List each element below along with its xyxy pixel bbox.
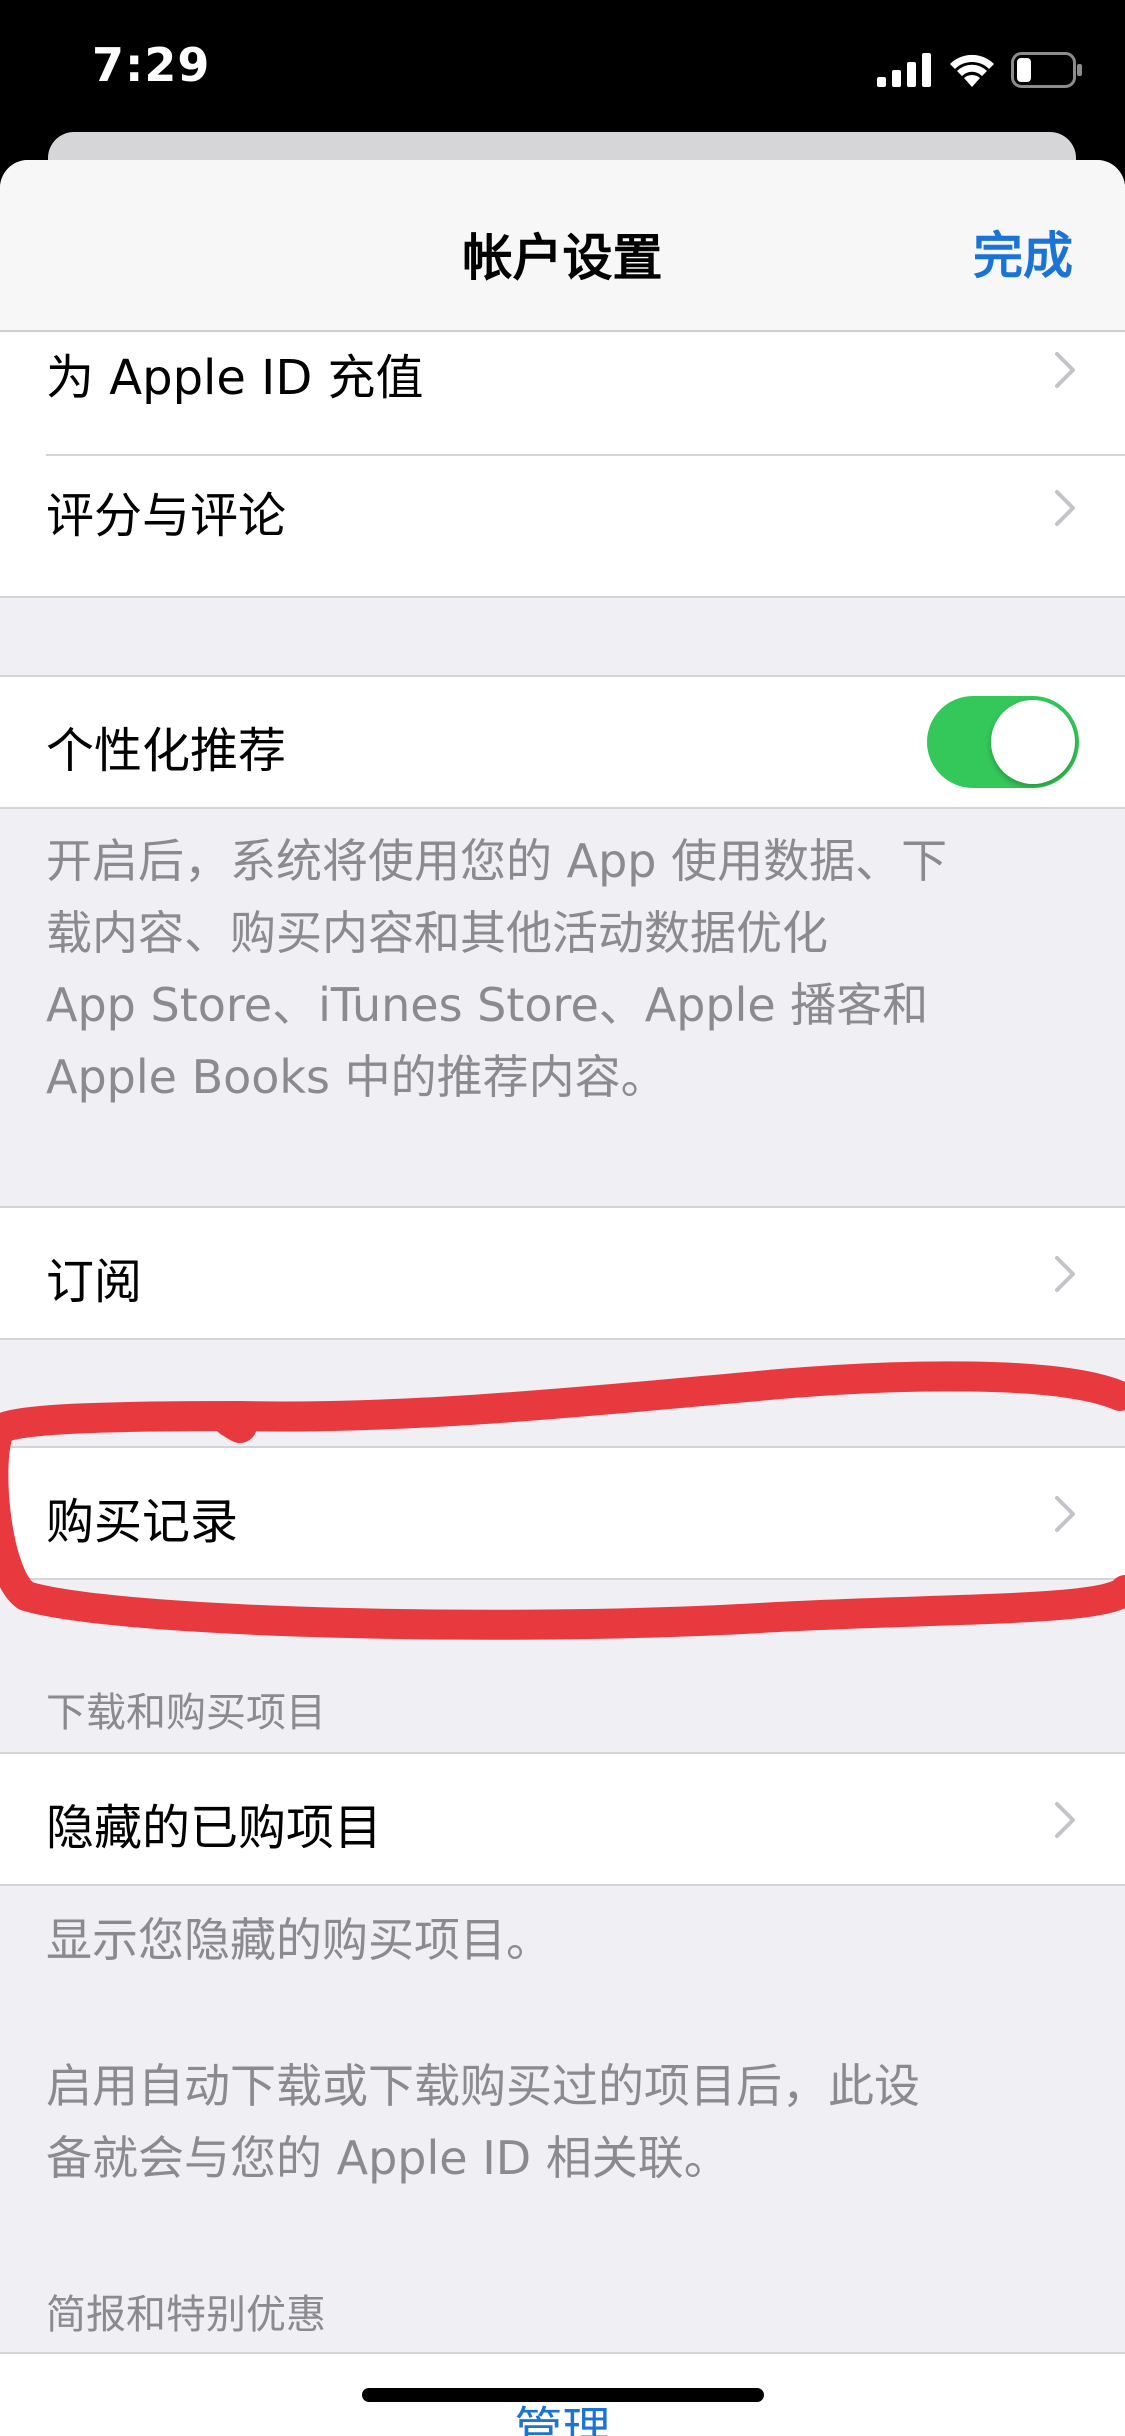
- status-bar: 7:29: [0, 0, 1125, 140]
- chevron-right-icon: [1055, 352, 1075, 388]
- chevron-right-icon: [1055, 1256, 1075, 1292]
- row-personalized-label: 个性化推荐: [46, 723, 287, 779]
- row-hidden-purchases-label: 隐藏的已购项目: [46, 1800, 383, 1856]
- status-time: 7:29: [92, 38, 211, 92]
- done-button[interactable]: 完成: [973, 216, 1073, 288]
- footnote-line: 开启后，系统将使用您的 App 使用数据、下: [46, 834, 948, 888]
- footnote-line: 启用自动下载或下载购买过的项目后，此设: [46, 2059, 920, 2113]
- wifi-icon: [950, 54, 994, 87]
- row-ratings-label[interactable]: 评分与评论: [46, 476, 286, 546]
- row-purchase-history-label: 购买记录: [46, 1494, 239, 1550]
- auto-download-footnote: 启用自动下载或下载购买过的项目后，此设 备就会与您的 Apple ID 相关联。: [46, 2050, 1066, 2194]
- row-divider: [46, 454, 1125, 456]
- home-indicator: [362, 2388, 764, 2402]
- personalized-footnote: 开启后，系统将使用您的 App 使用数据、下 载内容、购买内容和其他活动数据优化…: [46, 825, 1066, 1113]
- settings-group-top: 为 Apple ID 充值 评分与评论: [0, 332, 1125, 598]
- footnote-line: App Store、iTunes Store、Apple 播客和: [46, 978, 929, 1032]
- hidden-purchases-footnote: 显示您隐藏的购买项目。: [46, 1913, 552, 1967]
- status-icons: [877, 50, 1083, 90]
- navigation-bar: 帐户设置 完成: [0, 160, 1125, 332]
- chevron-right-icon: [1055, 1802, 1075, 1838]
- row-subscriptions[interactable]: 订阅: [0, 1206, 1125, 1340]
- footnote-line: Apple Books 中的推荐内容。: [46, 1050, 667, 1104]
- section-header-newsletters: 简报和特别优惠: [46, 2292, 326, 2338]
- row-top-up-label[interactable]: 为 Apple ID 充值: [46, 338, 424, 408]
- chevron-right-icon: [1055, 490, 1075, 526]
- account-settings-sheet: 帐户设置 完成 为 Apple ID 充值 评分与评论 个性化推荐 开启后，系统…: [0, 160, 1125, 2436]
- personalized-toggle[interactable]: [927, 696, 1079, 788]
- toggle-knob: [991, 700, 1075, 784]
- battery-icon: [1011, 52, 1082, 88]
- footnote-line: 载内容、购买内容和其他活动数据优化: [46, 906, 828, 960]
- row-hidden-purchases[interactable]: 隐藏的已购项目: [0, 1752, 1125, 1886]
- row-personalized-recommendations: 个性化推荐: [0, 675, 1125, 809]
- footnote-line: 备就会与您的 Apple ID 相关联。: [46, 2131, 730, 2185]
- row-purchase-history[interactable]: 购买记录: [0, 1446, 1125, 1580]
- page-title: 帐户设置: [462, 229, 663, 287]
- section-header-downloads: 下载和购买项目: [46, 1690, 326, 1736]
- row-subscriptions-label: 订阅: [46, 1254, 143, 1310]
- cellular-signal-icon: [877, 53, 931, 87]
- chevron-right-icon: [1055, 1496, 1075, 1532]
